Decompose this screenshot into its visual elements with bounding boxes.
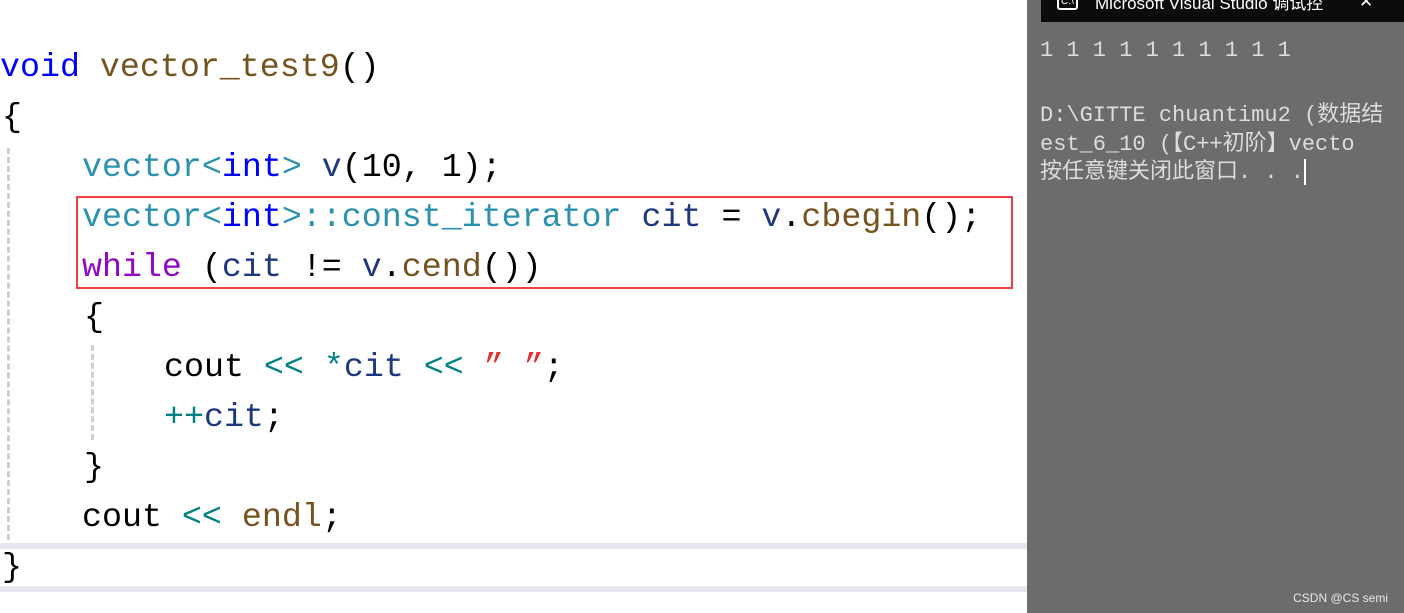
console-icon: C:\ [1057, 0, 1078, 10]
token: ++ [164, 398, 204, 436]
token: < [201, 148, 222, 186]
token: cout [164, 348, 244, 386]
token: cout [82, 498, 162, 536]
token: cit [343, 348, 404, 386]
code-line-3: vector<int> v(10, 1); [82, 142, 502, 192]
console-output: 1 1 1 1 1 1 1 1 1 1 [1040, 38, 1291, 63]
token: << [181, 498, 222, 536]
token: > [281, 148, 322, 186]
highlight-box [76, 196, 1013, 289]
indent-guide [7, 148, 10, 540]
console-window[interactable]: C:\ Microsoft Visual Studio 调试控 ✕ 1 1 1 … [1027, 0, 1404, 613]
token: vector_test9 [99, 48, 340, 86]
token: v [321, 148, 342, 186]
watermark: CSDN @CS semi [1293, 591, 1388, 605]
prompt-text: 按任意键关闭此窗口. . . [1040, 160, 1305, 185]
code-editor[interactable]: void vector_test9() { vector<int> v(10, … [0, 0, 1027, 613]
text-cursor [1304, 159, 1307, 186]
code-line-9: } [84, 448, 104, 486]
token: (10, 1); [341, 148, 502, 186]
console-prompt: 按任意键关闭此窗口. . . [1040, 153, 1307, 186]
close-icon[interactable]: ✕ [1359, 0, 1373, 10]
token: ; [263, 398, 284, 436]
token: void [0, 48, 80, 86]
token: () [339, 48, 380, 86]
token: * [323, 348, 344, 386]
code-line-1: void vector_test9() [0, 42, 380, 92]
token: << [423, 348, 464, 386]
code-line-11: } [2, 548, 22, 586]
token: vector [82, 148, 202, 186]
console-title: Microsoft Visual Studio 调试控 [1095, 0, 1324, 13]
console-path-line-1: D:\GITTE chuantimu2 (数据结 [1040, 103, 1384, 128]
indent-guide [91, 345, 94, 440]
console-titlebar[interactable]: C:\ Microsoft Visual Studio 调试控 ✕ [1041, 0, 1404, 22]
token: ; [321, 498, 342, 536]
token: ” ” [483, 348, 544, 386]
code-line-7: cout << *cit << ” ”; [164, 342, 564, 392]
current-line-highlight [0, 586, 1027, 592]
token: ; [543, 348, 564, 386]
code-line-2: { [2, 98, 22, 136]
token: endl [241, 498, 322, 536]
code-line-6: { [84, 298, 104, 336]
token: << [263, 348, 304, 386]
current-line-highlight [0, 543, 1027, 549]
code-line-8: ++cit; [164, 392, 284, 442]
code-line-10: cout << endl; [82, 492, 342, 542]
token: cit [203, 398, 264, 436]
token: int [221, 148, 282, 186]
